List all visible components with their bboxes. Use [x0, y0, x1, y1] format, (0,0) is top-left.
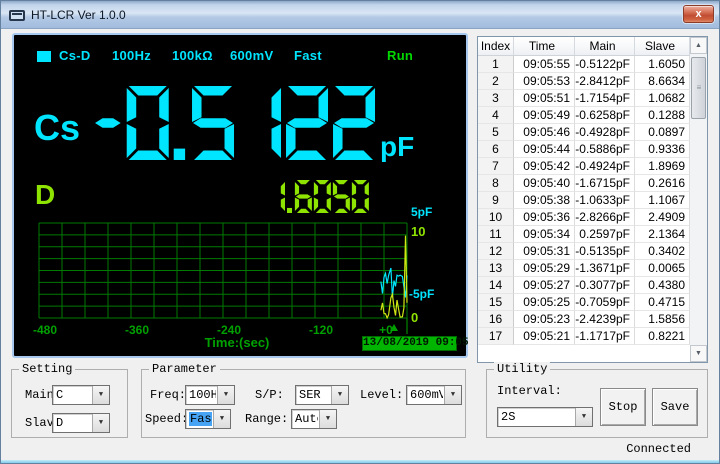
- column-header-index[interactable]: Index: [478, 37, 514, 55]
- table-row[interactable]: 4 09:05:49 -0.6258pF 0.1288: [478, 107, 707, 124]
- svg-text:-360: -360: [125, 323, 149, 337]
- status-pair: Cs-D: [59, 48, 91, 63]
- main-parameter-label: Cs: [34, 107, 80, 149]
- setting-group: Setting Main: C ▼ Slave: D ▼: [11, 369, 128, 438]
- table-row[interactable]: 6 09:05:44 -0.5886pF 0.9336: [478, 141, 707, 158]
- chevron-down-icon[interactable]: ▼: [331, 386, 348, 404]
- chevron-down-icon[interactable]: ▼: [319, 410, 336, 428]
- window-bottom-edge: [1, 460, 719, 463]
- status-freq: 100Hz: [112, 48, 151, 63]
- status-run-state: Run: [387, 48, 413, 63]
- title-bar[interactable]: HT-LCR Ver 1.0.0 x: [1, 1, 719, 29]
- scrollbar-thumb[interactable]: ≡: [691, 57, 706, 119]
- table-row[interactable]: 9 09:05:38 -1.0633pF 1.1067: [478, 192, 707, 209]
- sp-combobox[interactable]: SER ▼: [295, 385, 349, 405]
- svg-text:Time:(sec): Time:(sec): [205, 335, 270, 350]
- table-row[interactable]: 10 09:05:36 -2.8266pF 2.4909: [478, 209, 707, 226]
- table-row[interactable]: 17 09:05:21 -1.1717pF 0.8221: [478, 328, 707, 345]
- level-label: Level:: [360, 388, 403, 402]
- utility-group-title: Utility: [494, 362, 550, 376]
- setting-group-title: Setting: [19, 362, 75, 376]
- lcd-panel: Cs-D 100Hz 100kΩ 600mV Fast Run Cs pF D …: [12, 33, 468, 358]
- table-row[interactable]: 14 09:05:27 -0.3077pF 0.4380: [478, 277, 707, 294]
- slave-combobox[interactable]: D ▼: [52, 413, 110, 433]
- chevron-down-icon[interactable]: ▼: [444, 386, 461, 404]
- svg-text:5pF: 5pF: [411, 205, 432, 219]
- scroll-down-icon[interactable]: ▼: [690, 345, 707, 362]
- range-label: Range:: [245, 412, 288, 426]
- chevron-down-icon[interactable]: ▼: [92, 414, 109, 432]
- table-body: 1 09:05:55 -0.5122pF 1.6050 2 09:05:53 -…: [478, 56, 707, 345]
- main-reading-unit: pF: [380, 131, 414, 163]
- measurement-table: Index Time Main Slave 1 09:05:55 -0.5122…: [477, 36, 708, 363]
- sp-label: S/P:: [255, 388, 284, 402]
- measurement-indicator-square: [37, 51, 51, 62]
- table-row[interactable]: 1 09:05:55 -0.5122pF 1.6050: [478, 56, 707, 73]
- svg-text:-480: -480: [33, 323, 57, 337]
- table-row[interactable]: 12 09:05:31 -0.5135pF 0.3402: [478, 243, 707, 260]
- table-row[interactable]: 2 09:05:53 -2.8412pF 8.6634: [478, 73, 707, 90]
- table-row[interactable]: 7 09:05:42 -0.4924pF 1.8969: [478, 158, 707, 175]
- window-title: HT-LCR Ver 1.0.0: [31, 8, 126, 22]
- chevron-down-icon[interactable]: ▼: [217, 386, 234, 404]
- table-row[interactable]: 13 09:05:29 -1.3671pF 0.0065: [478, 260, 707, 277]
- close-button[interactable]: x: [683, 5, 714, 23]
- chevron-down-icon[interactable]: ▼: [575, 408, 592, 426]
- table-scrollbar[interactable]: ▲ ≡ ▼: [690, 37, 707, 362]
- status-speed: Fast: [294, 48, 322, 63]
- table-row[interactable]: 8 09:05:40 -1.6715pF 0.2616: [478, 175, 707, 192]
- parameter-group-title: Parameter: [149, 362, 220, 376]
- svg-text:10: 10: [411, 224, 425, 239]
- scroll-up-icon[interactable]: ▲: [690, 37, 707, 54]
- stop-button[interactable]: Stop: [600, 388, 646, 426]
- freq-combobox[interactable]: 100Hz ▼: [185, 385, 235, 405]
- table-header: Index Time Main Slave: [478, 37, 707, 56]
- svg-text:0: 0: [411, 310, 418, 325]
- chevron-down-icon[interactable]: ▼: [92, 386, 109, 404]
- table-row[interactable]: 16 09:05:23 -2.4239pF 1.5856: [478, 311, 707, 328]
- interval-label: Interval:: [497, 384, 562, 398]
- save-button[interactable]: Save: [652, 388, 698, 426]
- speed-combobox[interactable]: Fast ▼: [185, 409, 231, 429]
- freq-label: Freq:: [150, 388, 186, 402]
- main-combobox[interactable]: C ▼: [52, 385, 110, 405]
- app-icon: [9, 10, 25, 21]
- status-level: 600mV: [230, 48, 273, 63]
- utility-group: Utility Interval: 2S ▼ Stop Save: [486, 369, 708, 438]
- table-row[interactable]: 11 09:05:34 0.2597pF 2.1364: [478, 226, 707, 243]
- table-row[interactable]: 5 09:05:46 -0.4928pF 0.0897: [478, 124, 707, 141]
- parameter-group: Parameter Freq: 100Hz ▼ S/P: SER ▼ Level…: [141, 369, 466, 438]
- status-range: 100kΩ: [172, 48, 213, 63]
- svg-text:-5pF: -5pF: [409, 287, 434, 301]
- column-header-time[interactable]: Time: [514, 37, 575, 55]
- main-reading-7seg: [94, 86, 380, 166]
- interval-combobox[interactable]: 2S ▼: [497, 407, 593, 427]
- svg-text:-120: -120: [309, 323, 333, 337]
- column-header-slave[interactable]: Slave: [635, 37, 690, 55]
- chevron-down-icon[interactable]: ▼: [213, 410, 230, 428]
- level-combobox[interactable]: 600mV ▼: [406, 385, 462, 405]
- range-combobox[interactable]: Auto ▼: [291, 409, 337, 429]
- speed-label: Speed:: [145, 412, 188, 426]
- table-row[interactable]: 15 09:05:25 -0.7059pF 0.4715: [478, 294, 707, 311]
- connection-status: Connected: [561, 442, 691, 456]
- datetime-stamp: 13/08/2019 09:05: [362, 336, 457, 351]
- column-header-main[interactable]: Main: [575, 37, 635, 55]
- trend-chart: -480-360-240-120+0Time:(sec)5pF10-5pF0: [14, 203, 468, 353]
- table-row[interactable]: 3 09:05:51 -1.7154pF 1.0682: [478, 90, 707, 107]
- app-window: HT-LCR Ver 1.0.0 x Cs-D 100Hz 100kΩ 600m…: [0, 0, 720, 464]
